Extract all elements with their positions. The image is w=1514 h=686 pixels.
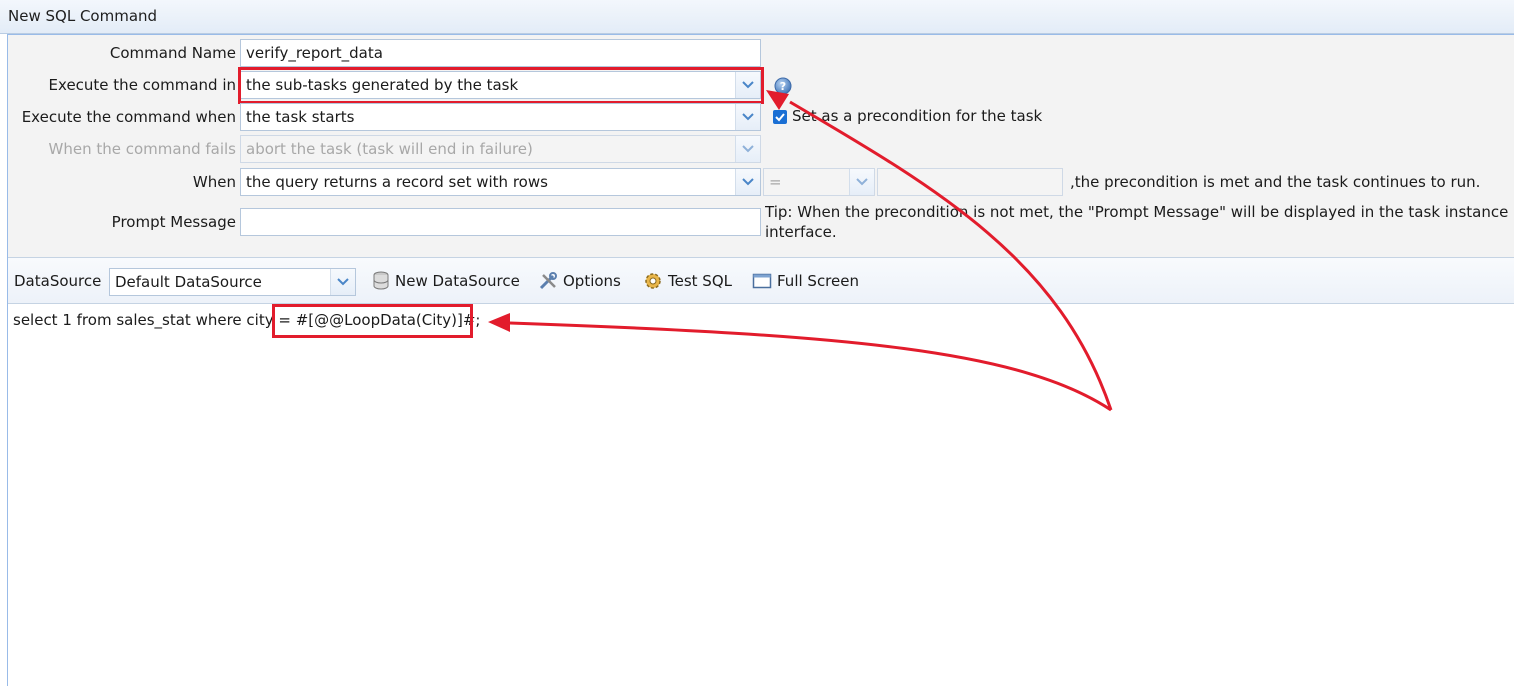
datasource-dropdown-button[interactable]	[330, 269, 355, 295]
operator-select: =	[763, 168, 875, 196]
chevron-down-icon	[856, 178, 868, 186]
database-icon	[373, 271, 389, 290]
full-screen-label: Full Screen	[777, 272, 859, 290]
prompt-message-input[interactable]	[240, 208, 761, 236]
checkmark-icon	[775, 113, 785, 122]
when-condition-dropdown-button[interactable]	[735, 169, 760, 195]
chevron-down-icon	[742, 81, 754, 89]
sql-prefix: select 1 from sales_stat where city =	[13, 311, 296, 329]
when-fails-select: abort the task (task will end in failure…	[240, 135, 761, 163]
execute-when-dropdown-button[interactable]	[735, 104, 760, 130]
window-titlebar: New SQL Command	[0, 0, 1514, 34]
command-name-label: Command Name	[109, 44, 236, 62]
when-fails-label: When the command fails	[48, 140, 237, 158]
execute-in-value: the sub-tasks generated by the task	[246, 76, 519, 94]
options-icon	[539, 272, 557, 290]
prompt-message-label: Prompt Message	[111, 213, 236, 231]
when-condition-select[interactable]: the query returns a record set with rows	[240, 168, 761, 196]
execute-when-value: the task starts	[246, 108, 355, 126]
execute-when-select[interactable]: the task starts	[240, 103, 761, 131]
test-sql-button[interactable]: Test SQL	[643, 268, 732, 294]
svg-text:?: ?	[780, 80, 786, 93]
when-label: When	[192, 173, 236, 191]
prompt-tip-line1: Tip: When the precondition is not met, t…	[765, 203, 1514, 221]
chevron-down-icon	[742, 145, 754, 153]
sql-loopdata-expression: #[@@LoopData(City)]#;	[295, 311, 481, 329]
command-name-value: verify_report_data	[246, 44, 383, 62]
execute-in-label: Execute the command in	[48, 76, 236, 94]
datasource-select[interactable]: Default DataSource	[109, 268, 356, 296]
sql-editor[interactable]	[8, 304, 1514, 686]
when-fails-value: abort the task (task will end in failure…	[246, 140, 533, 158]
new-datasource-button[interactable]: New DataSource	[372, 268, 520, 294]
fullscreen-icon	[752, 273, 772, 289]
operator-dropdown-button	[849, 169, 874, 195]
datasource-value: Default DataSource	[115, 273, 262, 291]
gear-icon	[645, 273, 661, 289]
precondition-checkbox[interactable]	[773, 110, 787, 124]
when-condition-value: the query returns a record set with rows	[246, 173, 548, 191]
datasource-label: DataSource	[14, 272, 102, 290]
sql-text-line[interactable]: select 1 from sales_stat where city = #[…	[13, 311, 481, 329]
execute-in-select[interactable]: the sub-tasks generated by the task	[240, 71, 761, 99]
execute-in-dropdown-button[interactable]	[735, 72, 760, 98]
execute-when-label: Execute the command when	[21, 108, 236, 126]
chevron-down-icon	[742, 113, 754, 121]
options-label: Options	[563, 272, 621, 290]
full-screen-button[interactable]: Full Screen	[752, 268, 859, 294]
chevron-down-icon	[742, 178, 754, 186]
new-datasource-label: New DataSource	[395, 272, 520, 290]
test-sql-label: Test SQL	[668, 272, 732, 290]
operator-value: =	[769, 173, 782, 191]
help-icon[interactable]: ?	[774, 77, 792, 95]
when-suffix-text: ,the precondition is met and the task co…	[1070, 173, 1481, 191]
options-button[interactable]: Options	[538, 268, 621, 294]
when-fails-dropdown-button	[735, 136, 760, 162]
prompt-tip-line2: interface.	[765, 223, 837, 241]
command-name-input[interactable]: verify_report_data	[240, 39, 761, 67]
window-title: New SQL Command	[8, 7, 158, 25]
chevron-down-icon	[337, 278, 349, 286]
precondition-checkbox-label[interactable]: Set as a precondition for the task	[792, 107, 1042, 125]
compare-value-input	[877, 168, 1063, 196]
